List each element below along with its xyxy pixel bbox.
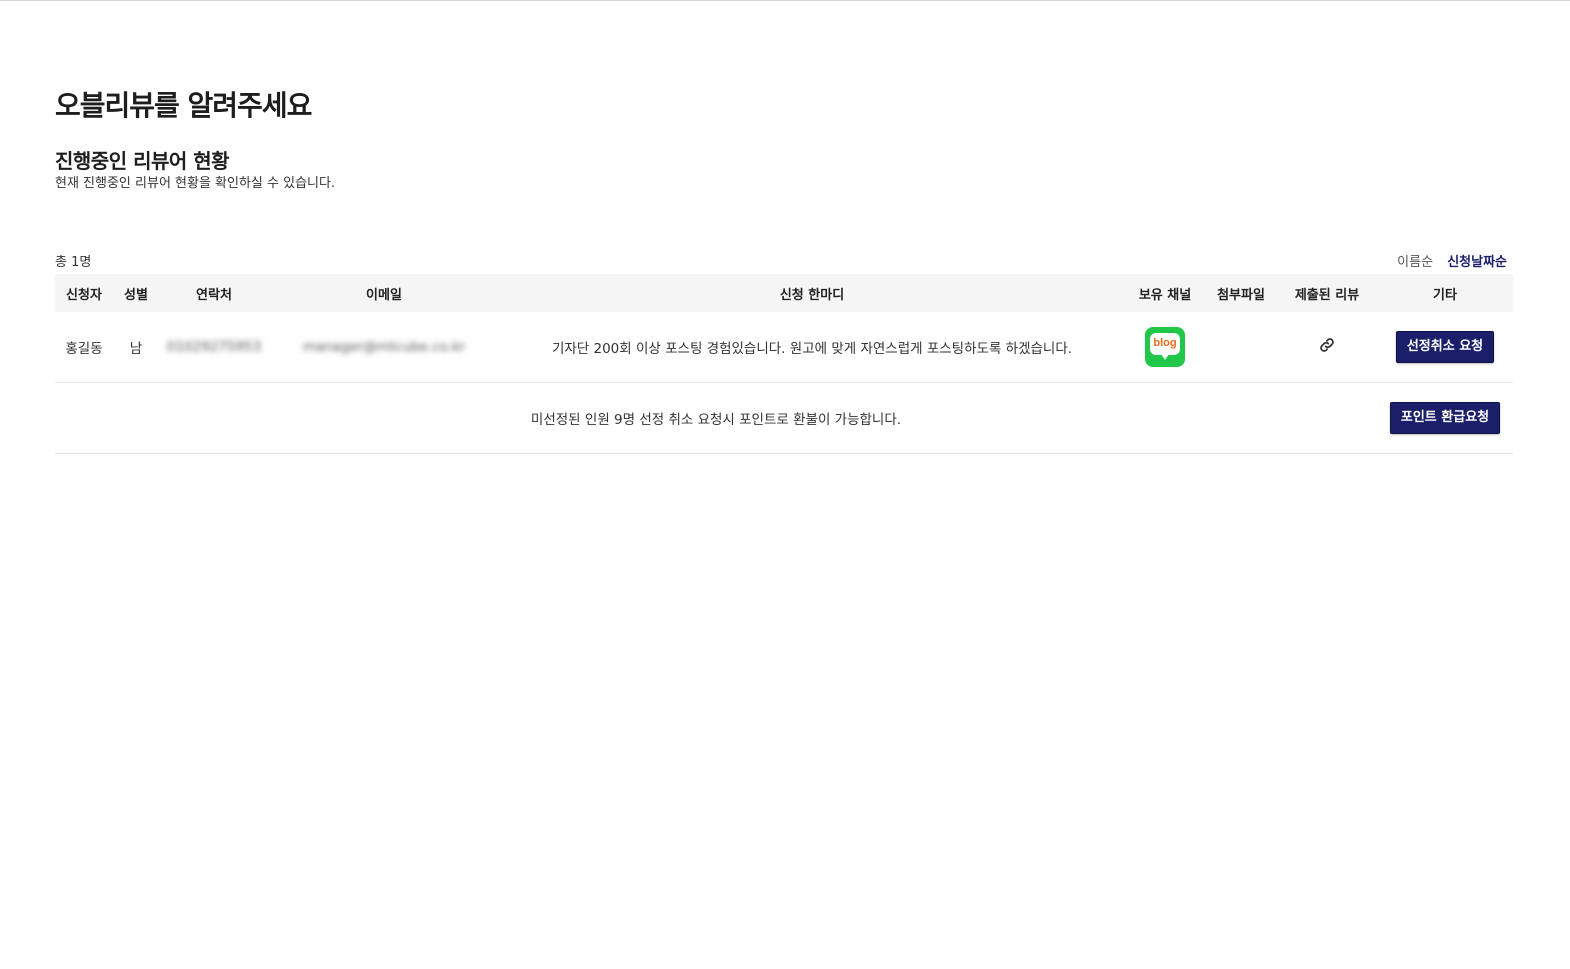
- notice-cell: 미선정된 인원 9명 선정 취소 요청시 포인트로 환불이 가능합니다.: [55, 382, 1377, 454]
- cell-email: manager@mtcube.co.kr: [269, 312, 499, 383]
- cell-channel: blog: [1125, 312, 1205, 383]
- page-title: 오블리뷰를 알려주세요: [55, 89, 312, 122]
- refund-notice: 미선정된 인원 9명 선정 취소 요청시 포인트로 환불이 가능합니다.: [530, 412, 902, 428]
- header-gender: 성별: [113, 274, 159, 312]
- notice-action-cell: 포인트 환급요청: [1377, 382, 1513, 454]
- sort-by-name[interactable]: 이름순: [1397, 255, 1433, 270]
- table-header-row: 신청자 성별 연락처 이메일 신청 한마디 보유 채널 첨부파일 제출된 리뷰 …: [55, 274, 1513, 312]
- point-refund-button[interactable]: 포인트 환급요청: [1389, 402, 1501, 434]
- header-channel: 보유 채널: [1125, 274, 1205, 312]
- cell-attachment: [1205, 312, 1277, 383]
- top-border: [0, 0, 1570, 1]
- cell-comment: 기자단 200회 이상 포스팅 경험있습니다. 원고에 맞게 자연스럽게 포스팅…: [499, 312, 1125, 383]
- header-attachment: 첨부파일: [1205, 274, 1277, 312]
- header-comment: 신청 한마디: [499, 274, 1125, 312]
- cancel-selection-button[interactable]: 선정취소 요청: [1395, 331, 1495, 363]
- section-title: 진행중인 리뷰어 현황: [55, 149, 230, 173]
- header-name: 신청자: [55, 274, 113, 312]
- cell-name: 홍길동: [55, 312, 113, 383]
- header-etc: 기타: [1377, 274, 1513, 312]
- reviewer-table: 신청자 성별 연락처 이메일 신청 한마디 보유 채널 첨부파일 제출된 리뷰 …: [55, 274, 1513, 454]
- phone-value: 01029275953: [166, 339, 262, 355]
- email-value: manager@mtcube.co.kr: [302, 339, 466, 355]
- table-row: 홍길동 남 01029275953 manager@mtcube.co.kr 기…: [55, 312, 1513, 383]
- cell-etc: 선정취소 요청: [1377, 312, 1513, 383]
- link-icon[interactable]: [1319, 337, 1335, 357]
- total-count: 총 1명: [55, 255, 92, 270]
- cell-submitted-review: [1277, 312, 1377, 383]
- cell-gender: 남: [113, 312, 159, 383]
- sort-options: 이름순 신청날짜순: [1397, 251, 1507, 270]
- sort-by-date[interactable]: 신청날짜순: [1447, 255, 1507, 270]
- header-phone: 연락처: [159, 274, 269, 312]
- naver-blog-icon[interactable]: blog: [1145, 327, 1185, 367]
- blog-icon-label: blog: [1150, 333, 1180, 360]
- header-email: 이메일: [269, 274, 499, 312]
- header-submitted-review: 제출된 리뷰: [1277, 274, 1377, 312]
- section-description: 현재 진행중인 리뷰어 현황을 확인하실 수 있습니다.: [55, 176, 336, 191]
- notice-row: 미선정된 인원 9명 선정 취소 요청시 포인트로 환불이 가능합니다. 포인트…: [55, 382, 1513, 454]
- cell-phone: 01029275953: [159, 312, 269, 383]
